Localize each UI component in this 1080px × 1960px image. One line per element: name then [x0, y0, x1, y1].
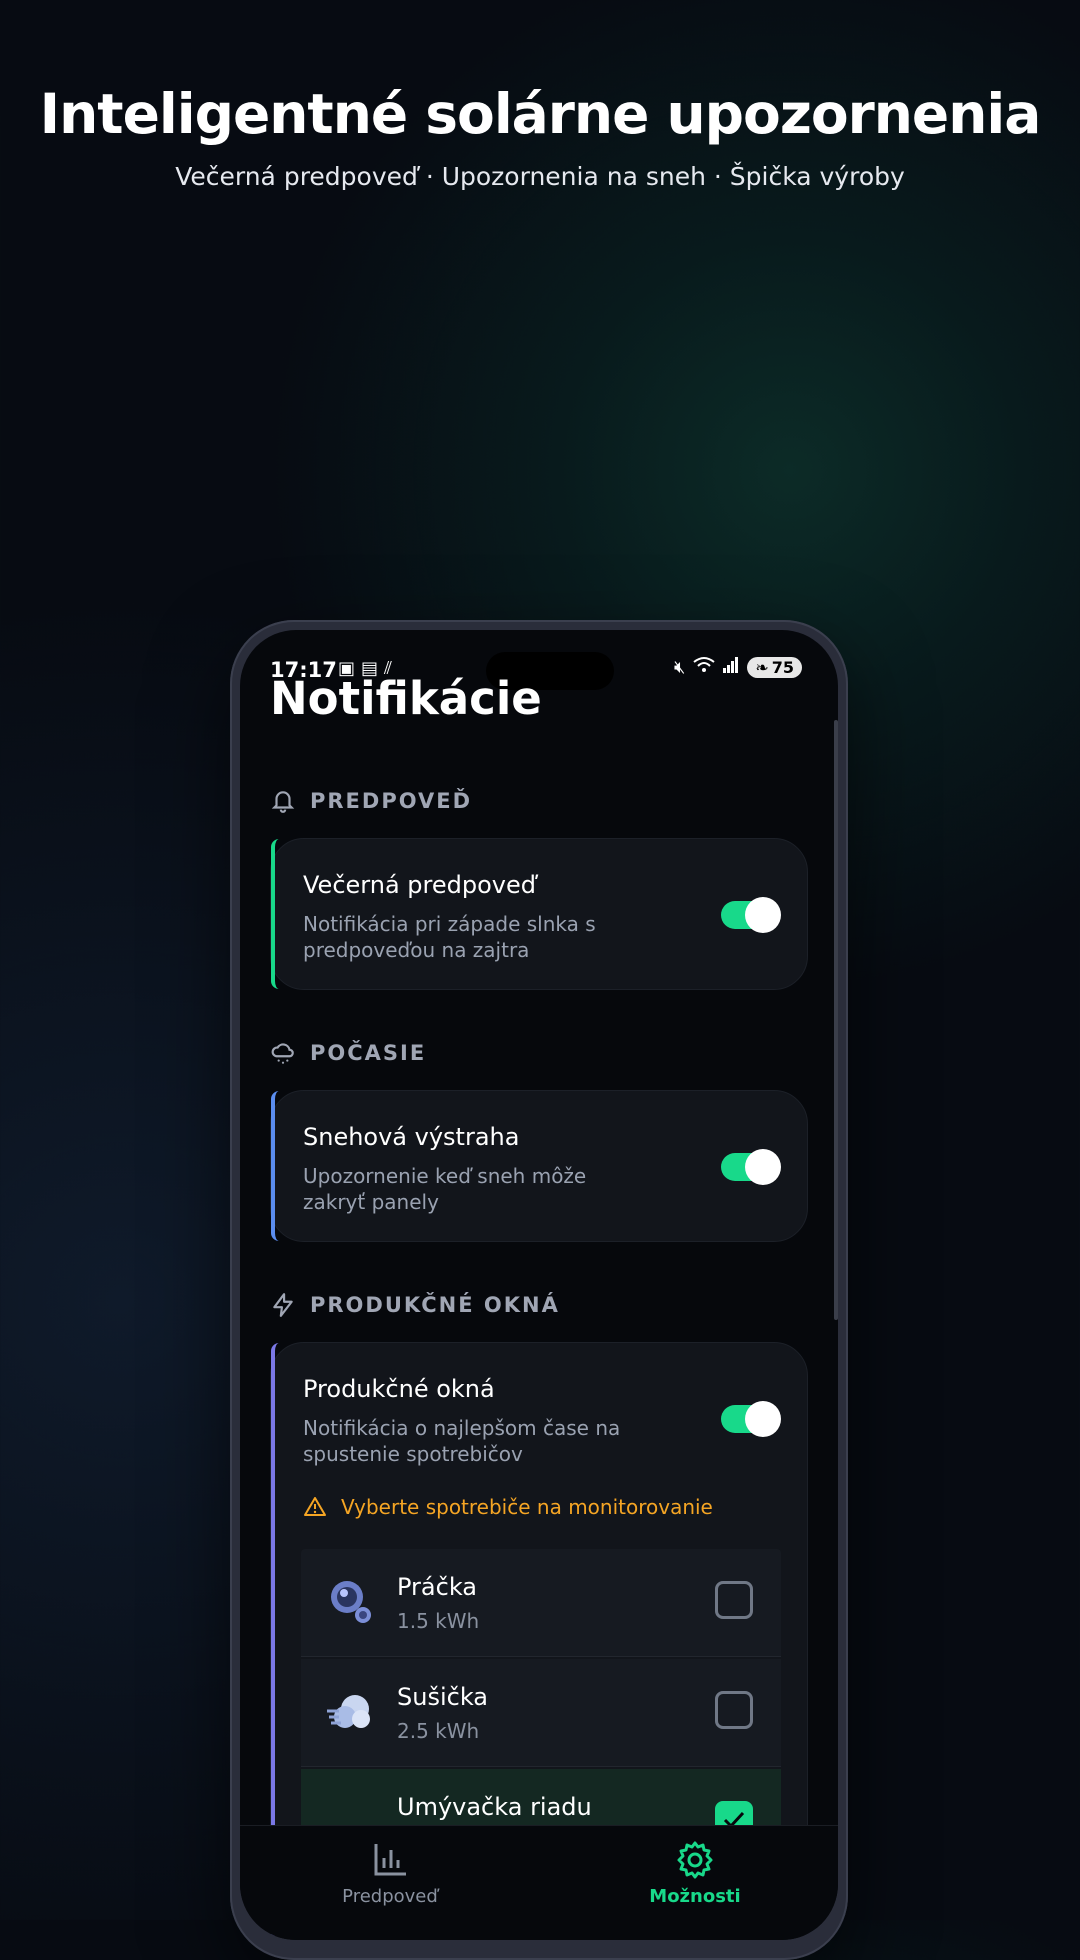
card-evening-forecast: Večerná predpoveď Notifikácia pri západe…	[270, 838, 808, 990]
appliance-row-dryer[interactable]: Sušička 2.5 kWh	[301, 1659, 781, 1767]
mute-icon: 🔇︎	[673, 657, 686, 678]
appliance-energy: 1.5 kWh	[397, 1609, 480, 1633]
tab-forecast[interactable]: Predpoveď	[290, 1840, 490, 1907]
page-title: Notifikácie	[270, 672, 542, 725]
snow-alert-toggle[interactable]	[721, 1149, 781, 1185]
appliance-name: Práčka	[397, 1573, 478, 1601]
appliance-name: Umývačka riadu	[397, 1793, 592, 1821]
cell-signal-icon	[723, 657, 739, 678]
wifi-icon	[693, 656, 715, 679]
card-title: Večerná predpoveď	[303, 871, 536, 899]
gear-icon	[677, 1841, 713, 1879]
card-snow-alert: Snehová výstraha Upozornenie keď sneh mô…	[270, 1090, 808, 1242]
toggle-knob	[745, 897, 781, 933]
washer-checkbox[interactable]	[715, 1581, 753, 1619]
card-accent	[271, 1091, 279, 1241]
appliance-row-washer[interactable]: Práčka 1.5 kWh	[301, 1549, 781, 1657]
section-header-weather: POČASIE	[270, 1040, 426, 1066]
tab-label: Možnosti	[649, 1886, 741, 1907]
section-header-production: PRODUKČNÉ OKNÁ	[270, 1292, 560, 1318]
hero-title: Inteligentné solárne upozornenia	[39, 82, 1042, 146]
phone-frame: 17:17 ▣▤⫽ 🔇︎ ❧ 75 Notifikácie PREDPOVEĎ V…	[230, 620, 848, 1960]
bottom-tab-bar: Predpoveď Možnosti	[240, 1825, 838, 1940]
scrollbar[interactable]	[834, 720, 838, 1320]
hero-subtitle: Večerná predpoveď · Upozornenia na sneh …	[175, 162, 905, 191]
appliance-warning: Vyberte spotrebiče na monitorovanie	[303, 1495, 713, 1519]
section-header-label: PREDPOVEĎ	[310, 789, 473, 813]
warning-icon	[304, 1497, 326, 1516]
card-description: Notifikácia pri západe slnka s predpoveď…	[303, 912, 596, 962]
tab-settings[interactable]: Možnosti	[595, 1840, 795, 1907]
card-title: Snehová výstraha	[303, 1123, 520, 1151]
toggle-knob	[745, 1149, 781, 1185]
bar-chart-icon	[374, 1844, 406, 1876]
bell-icon	[271, 791, 295, 813]
card-description: Notifikácia o najlepšom čase na spusteni…	[303, 1416, 621, 1466]
washing-machine-icon	[331, 1581, 371, 1623]
section-header-label: PRODUKČNÉ OKNÁ	[310, 1293, 560, 1317]
card-title: Produkčné okná	[303, 1375, 495, 1403]
tab-label: Predpoveď	[342, 1886, 438, 1907]
section-header-label: POČASIE	[310, 1041, 427, 1065]
toggle-knob	[745, 1401, 781, 1437]
production-windows-toggle[interactable]	[721, 1401, 781, 1437]
dryer-icon	[327, 1695, 370, 1728]
card-accent	[271, 839, 279, 989]
section-header-forecast: PREDPOVEĎ	[270, 788, 472, 814]
card-description: Upozornenie keď sneh môže zakryť panely	[303, 1164, 587, 1214]
phone-screen: 17:17 ▣▤⫽ 🔇︎ ❧ 75 Notifikácie PREDPOVEĎ V…	[240, 630, 838, 1940]
status-right: 🔇︎ ❧ 75	[674, 656, 802, 679]
appliance-energy: 2.5 kWh	[397, 1719, 480, 1743]
battery-indicator: ❧ 75	[747, 657, 802, 678]
leaf-icon: ❧	[755, 658, 769, 677]
dryer-checkbox[interactable]	[715, 1691, 753, 1729]
battery-level: 75	[771, 658, 794, 677]
snow-cloud-icon	[271, 1043, 294, 1064]
appliance-name: Sušička	[397, 1683, 488, 1711]
warning-text: Vyberte spotrebiče na monitorovanie	[341, 1495, 713, 1519]
lightning-icon	[273, 1293, 293, 1317]
evening-forecast-toggle[interactable]	[721, 897, 781, 933]
